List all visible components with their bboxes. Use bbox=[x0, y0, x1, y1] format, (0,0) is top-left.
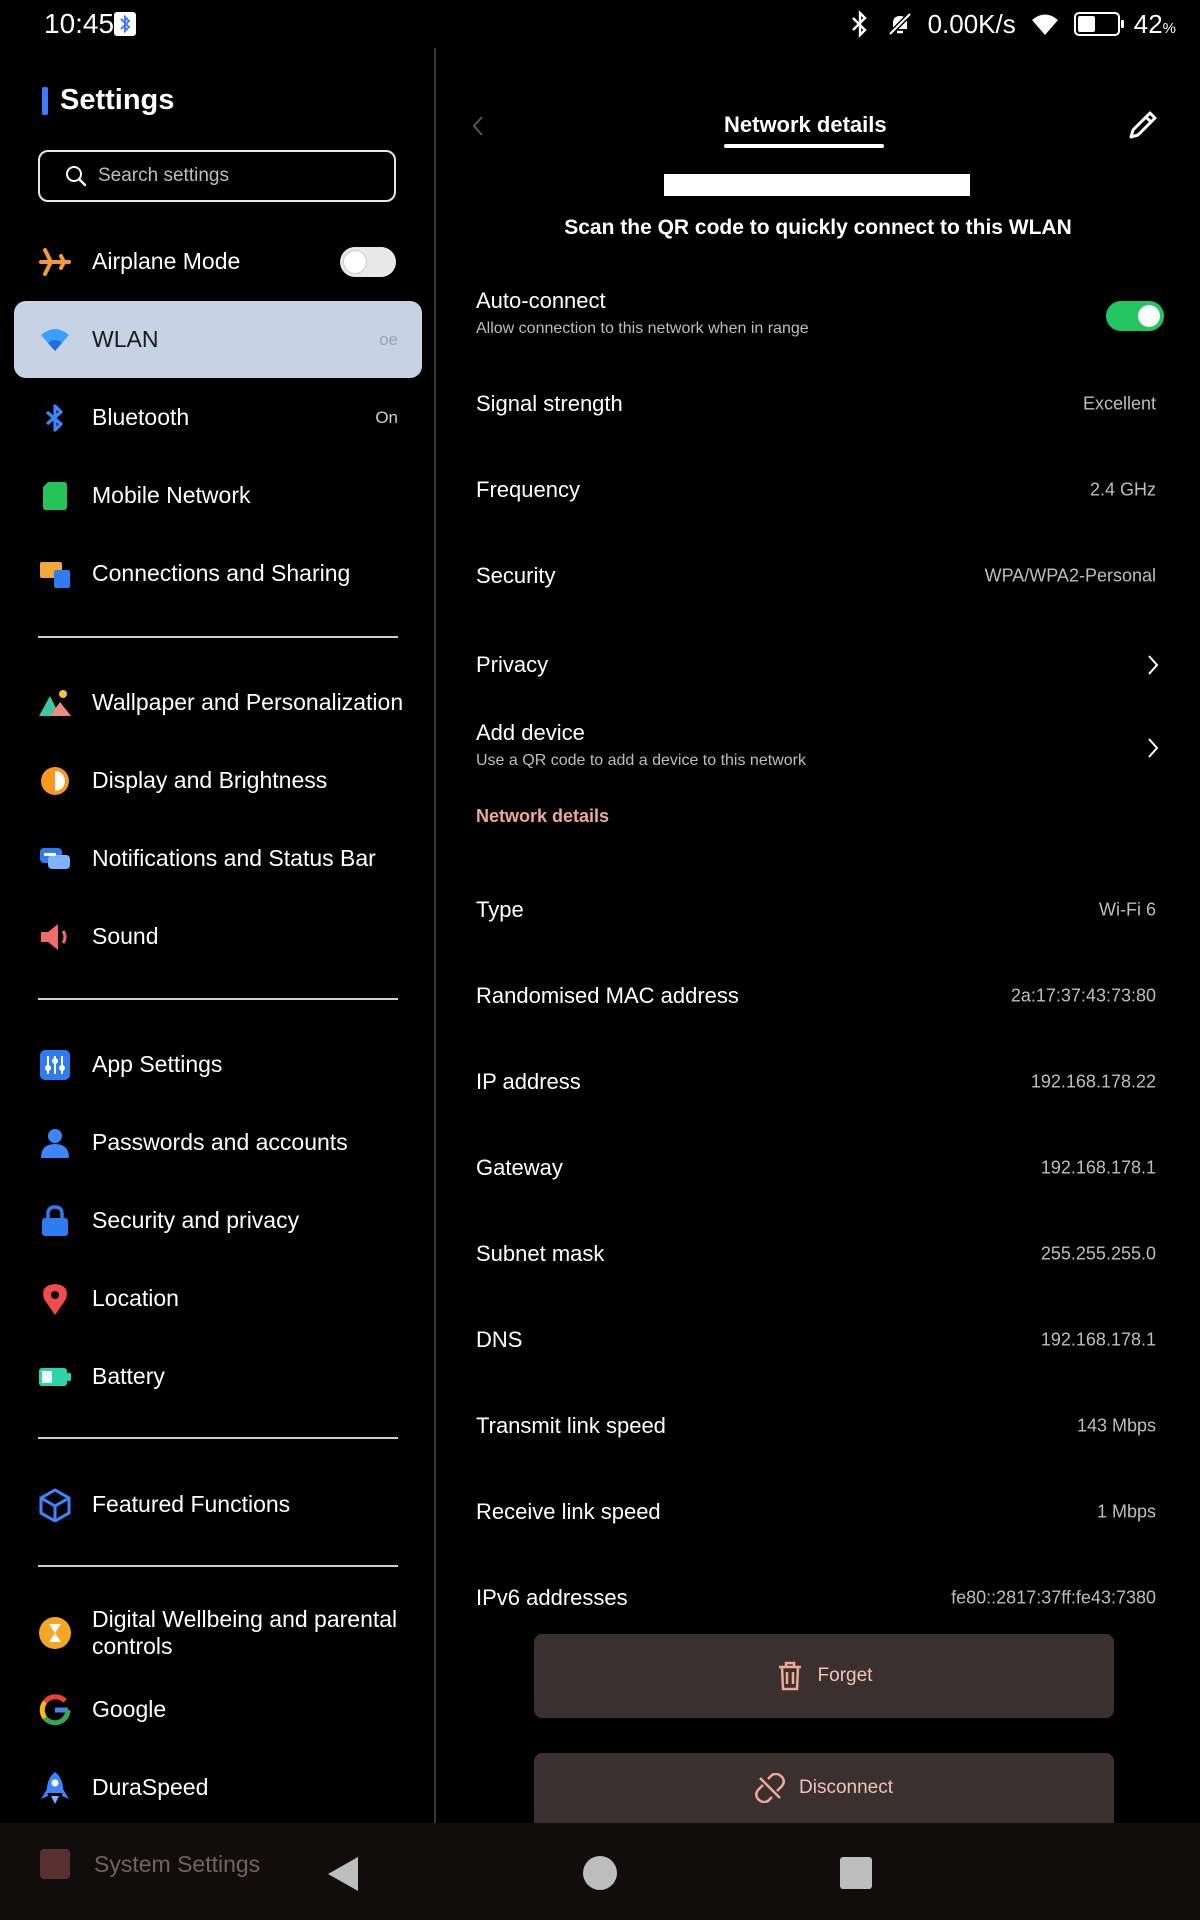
person-icon bbox=[38, 1126, 72, 1160]
disconnect-button[interactable]: Disconnect bbox=[534, 1753, 1114, 1823]
gateway-row: Gateway 192.168.178.1 bbox=[476, 1155, 1156, 1180]
navigation-bar: System Settings bbox=[0, 1823, 1200, 1920]
location-pin-icon bbox=[38, 1282, 72, 1316]
hourglass-icon bbox=[38, 1616, 72, 1650]
bluetooth-icon bbox=[38, 401, 72, 435]
section-divider bbox=[38, 1565, 398, 1567]
wlan-value: oe bbox=[379, 329, 398, 349]
rocket-icon bbox=[38, 1771, 72, 1805]
bluetooth-icon bbox=[851, 10, 867, 38]
menu-airplane-mode[interactable]: Airplane Mode bbox=[14, 223, 422, 300]
nav-recents-icon[interactable] bbox=[840, 1857, 872, 1889]
sliders-icon bbox=[38, 1048, 72, 1082]
ip-address-row: IP address 192.168.178.22 bbox=[476, 1069, 1156, 1094]
search-icon bbox=[66, 166, 87, 187]
unlink-icon bbox=[755, 1773, 785, 1803]
frequency-row: Frequency 2.4 GHz bbox=[476, 477, 1156, 502]
menu-sound[interactable]: Sound bbox=[14, 898, 422, 975]
connections-icon bbox=[38, 557, 72, 591]
brightness-icon bbox=[38, 764, 72, 798]
menu-connections-sharing[interactable]: Connections and Sharing bbox=[14, 535, 422, 612]
menu-google[interactable]: Google bbox=[14, 1671, 422, 1748]
battery-percent: 42% bbox=[1133, 8, 1176, 39]
wifi-status-icon bbox=[1031, 14, 1058, 35]
battery-icon bbox=[38, 1360, 72, 1394]
sim-card-icon bbox=[38, 479, 72, 513]
airplane-icon bbox=[38, 245, 72, 279]
menu-display-brightness[interactable]: Display and Brightness bbox=[14, 742, 422, 819]
status-bar: 10:45 0.00K/s 42% bbox=[0, 0, 1200, 48]
system-settings-icon bbox=[40, 1849, 70, 1879]
auto-connect-row[interactable]: Auto-connect Allow connection to this ne… bbox=[476, 288, 1164, 344]
section-divider bbox=[38, 998, 398, 1000]
chevron-right-icon bbox=[1148, 655, 1159, 675]
mac-address-row: Randomised MAC address 2a:17:37:43:73:80 bbox=[476, 983, 1156, 1008]
menu-wallpaper[interactable]: Wallpaper and Personalization bbox=[14, 664, 422, 741]
transmit-speed-row: Transmit link speed 143 Mbps bbox=[476, 1413, 1156, 1438]
edit-pencil-icon[interactable] bbox=[1126, 108, 1160, 142]
bluetooth-value: On bbox=[375, 407, 398, 427]
type-row: Type Wi-Fi 6 bbox=[476, 897, 1156, 922]
lock-icon bbox=[38, 1204, 72, 1238]
status-right: 0.00K/s 42% bbox=[848, 6, 1176, 42]
signal-strength-row: Signal strength Excellent bbox=[476, 391, 1156, 416]
dns-row: DNS 192.168.178.1 bbox=[476, 1327, 1156, 1352]
section-header-network-details: Network details bbox=[476, 806, 610, 826]
cube-icon bbox=[38, 1487, 72, 1522]
security-row: Security WPA/WPA2-Personal bbox=[476, 563, 1156, 588]
chevron-right-icon bbox=[1148, 738, 1159, 758]
nav-home-icon[interactable] bbox=[582, 1855, 618, 1891]
privacy-row[interactable]: Privacy bbox=[476, 641, 1159, 689]
menu-featured-functions[interactable]: Featured Functions bbox=[14, 1466, 422, 1543]
menu-battery[interactable]: Battery bbox=[14, 1338, 422, 1415]
wallpaper-icon bbox=[38, 686, 72, 720]
network-speed: 0.00K/s bbox=[927, 8, 1016, 39]
title-underline bbox=[724, 144, 884, 148]
menu-app-settings[interactable]: App Settings bbox=[14, 1026, 422, 1103]
menu-security-privacy[interactable]: Security and privacy bbox=[14, 1182, 422, 1259]
menu-mobile-network[interactable]: Mobile Network bbox=[14, 457, 422, 534]
forget-button[interactable]: Forget bbox=[534, 1634, 1114, 1718]
battery-icon bbox=[1073, 12, 1124, 36]
menu-location[interactable]: Location bbox=[14, 1260, 422, 1337]
add-device-row[interactable]: Add device Use a QR code to add a device… bbox=[476, 720, 1159, 776]
settings-sidebar: Settings Airplane Mode WLAN oe Bluetooth… bbox=[0, 48, 434, 1823]
system-settings-item[interactable]: System Settings bbox=[40, 1849, 260, 1879]
status-time: 10:45 bbox=[44, 8, 115, 39]
receive-speed-row: Receive link speed 1 Mbps bbox=[476, 1499, 1156, 1524]
page-title: Network details bbox=[724, 112, 887, 137]
nav-back-icon[interactable] bbox=[326, 1855, 360, 1893]
menu-notifications[interactable]: Notifications and Status Bar bbox=[14, 820, 422, 897]
title-accent-bar bbox=[42, 86, 48, 115]
auto-connect-toggle[interactable] bbox=[1106, 301, 1164, 331]
search-box[interactable] bbox=[38, 150, 396, 202]
qr-caption: Scan the QR code to quickly connect to t… bbox=[564, 216, 1072, 239]
bluetooth-notification-icon bbox=[114, 12, 136, 36]
speaker-icon bbox=[38, 920, 72, 954]
section-divider bbox=[38, 636, 398, 638]
ipv6-row: IPv6 addresses fe80::2817:37ff:fe43:7380 bbox=[476, 1585, 1156, 1610]
settings-title: Settings bbox=[42, 84, 174, 117]
menu-bluetooth[interactable]: Bluetooth On bbox=[14, 379, 422, 456]
network-details-panel: Network details Scan the QR code to quic… bbox=[436, 48, 1200, 1823]
mute-bell-icon bbox=[887, 12, 912, 36]
back-chevron-icon[interactable] bbox=[470, 114, 486, 138]
menu-digital-wellbeing[interactable]: Digital Wellbeing and parental controls bbox=[14, 1594, 422, 1671]
search-input[interactable] bbox=[96, 164, 360, 188]
trash-icon bbox=[778, 1661, 801, 1691]
menu-wlan[interactable]: WLAN oe bbox=[14, 301, 422, 378]
subnet-mask-row: Subnet mask 255.255.255.0 bbox=[476, 1241, 1156, 1266]
notification-bubble-icon bbox=[38, 842, 72, 876]
menu-passwords-accounts[interactable]: Passwords and accounts bbox=[14, 1104, 422, 1181]
wifi-icon bbox=[38, 323, 72, 357]
airplane-mode-toggle[interactable] bbox=[340, 246, 396, 277]
google-logo-icon bbox=[38, 1693, 72, 1727]
section-divider bbox=[38, 1437, 398, 1439]
menu-duraspeed[interactable]: DuraSpeed bbox=[14, 1749, 422, 1826]
qr-code-image bbox=[664, 174, 970, 196]
